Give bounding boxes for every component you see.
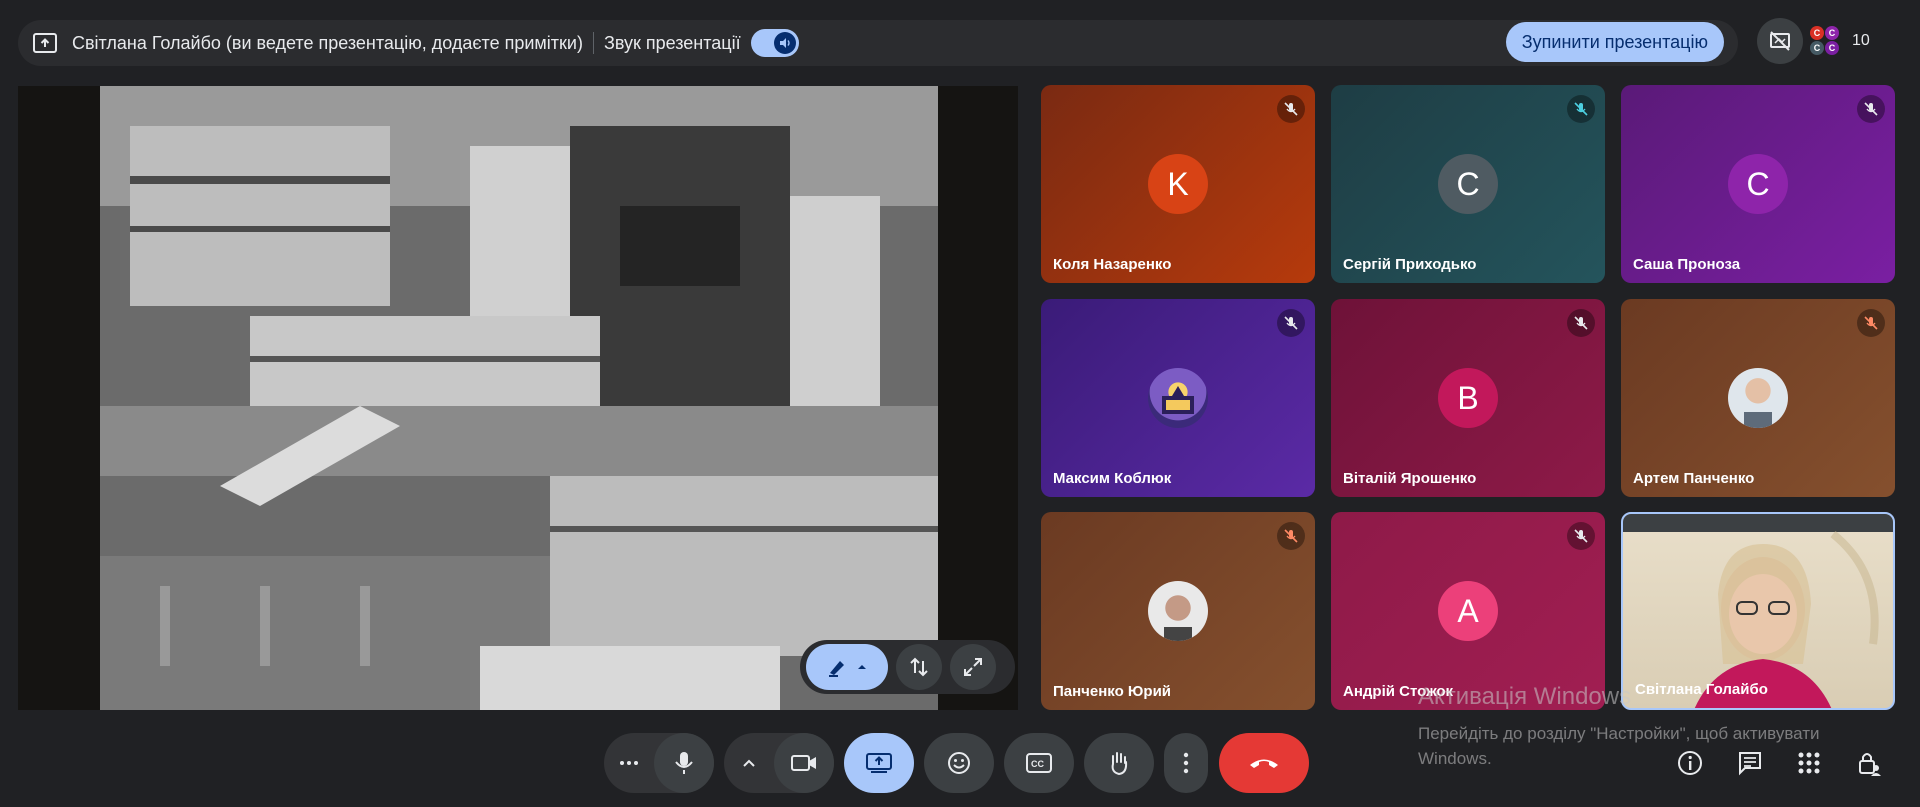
presentation-audio-label: Звук презентації xyxy=(603,32,741,53)
avatar xyxy=(1148,368,1208,428)
closed-captions-icon: CC xyxy=(1026,753,1052,773)
participant-tile[interactable]: C Саша Проноза xyxy=(1621,85,1895,283)
present-screen-icon xyxy=(866,753,892,773)
swap-view-button[interactable] xyxy=(896,644,942,690)
avatar xyxy=(1148,581,1208,641)
meet-window: Світлана Голайбо (ви ведете презентацію,… xyxy=(0,0,1920,807)
present-screen-icon xyxy=(32,32,58,54)
expand-icon xyxy=(964,658,982,676)
watermark-line-1: Перейдіть до розділу "Настройки", щоб ак… xyxy=(1418,724,1820,743)
mic-muted-icon xyxy=(1277,95,1305,123)
mic-muted-icon xyxy=(1567,309,1595,337)
mic-muted-icon xyxy=(1857,309,1885,337)
dots-horizontal-icon xyxy=(620,761,638,765)
chevron-up-icon xyxy=(743,759,755,767)
self-video-tile[interactable]: Світлана Голайбо xyxy=(1621,512,1895,710)
dots-vertical-icon xyxy=(1183,752,1189,774)
mic-icon xyxy=(675,752,693,774)
participant-name: Сергій Приходько xyxy=(1343,256,1477,273)
hide-self-view-button[interactable] xyxy=(1757,18,1803,64)
avatar xyxy=(1728,368,1788,428)
participant-name: Віталій Ярошенко xyxy=(1343,470,1477,487)
mic-muted-icon xyxy=(1857,95,1885,123)
avatar: С xyxy=(1810,41,1824,55)
participant-tile[interactable]: A Андрій Стожок xyxy=(1331,512,1605,710)
participant-avatars: С С С С xyxy=(1808,24,1842,58)
annotate-button[interactable] xyxy=(806,644,888,690)
present-now-button[interactable] xyxy=(844,733,914,793)
participant-count: 10 xyxy=(1852,32,1870,49)
presentation-view xyxy=(18,86,1018,710)
camera-button[interactable] xyxy=(774,733,834,793)
reactor-image xyxy=(100,86,938,710)
windows-activation-watermark: Активація Windows Перейдіть до розділу "… xyxy=(1418,683,1820,771)
avatar: B xyxy=(1438,368,1498,428)
lock-person-icon xyxy=(1859,753,1881,776)
participant-name: Артем Панченко xyxy=(1633,470,1755,487)
presenter-title: Світлана Голайбо (ви ведете презентацію,… xyxy=(72,32,583,53)
fullscreen-button[interactable] xyxy=(950,644,996,690)
avatar: K xyxy=(1148,154,1208,214)
presentation-audio-toggle[interactable] xyxy=(750,29,799,57)
watermark-title: Активація Windows xyxy=(1418,683,1632,710)
captions-button[interactable]: CC xyxy=(1004,733,1074,793)
watermark-line-2: Windows. xyxy=(1418,749,1492,768)
avatar: С xyxy=(1825,41,1839,55)
shared-video-frame xyxy=(100,86,938,710)
participant-tile[interactable]: C Сергій Приходько xyxy=(1331,85,1605,283)
participant-name: Коля Назаренко xyxy=(1053,256,1172,273)
stop-presenting-button[interactable]: Зупинити презентацію xyxy=(1505,22,1724,62)
reactions-button[interactable] xyxy=(924,733,994,793)
avatar: C xyxy=(1728,154,1788,214)
participant-name: Максим Коблюк xyxy=(1053,470,1172,487)
avatar: C xyxy=(1438,154,1498,214)
screen-off-icon xyxy=(1770,31,1790,51)
more-mic-group xyxy=(604,733,714,793)
presenting-bar: Світлана Голайбо (ви ведете презентацію,… xyxy=(18,20,1738,66)
raise-hand-button[interactable] xyxy=(1084,733,1154,793)
avatar: A xyxy=(1438,581,1498,641)
camera-options-button[interactable] xyxy=(724,733,774,793)
participant-tile[interactable]: B Віталій Ярошенко xyxy=(1331,299,1605,497)
mic-muted-icon xyxy=(1277,309,1305,337)
volume-icon xyxy=(773,32,796,54)
mic-muted-icon xyxy=(1567,522,1595,550)
leave-call-button[interactable] xyxy=(1219,733,1309,793)
more-options-button[interactable] xyxy=(1164,733,1208,793)
avatar: С xyxy=(1810,26,1824,40)
divider xyxy=(592,32,594,54)
more-audio-options-button[interactable] xyxy=(604,733,654,793)
end-call-icon xyxy=(1250,759,1278,768)
participant-tile[interactable]: Панченко Юрий xyxy=(1041,512,1315,710)
camera-group xyxy=(724,733,834,793)
svg-text:CC: CC xyxy=(1031,759,1044,769)
pen-icon xyxy=(829,661,844,677)
participant-tile[interactable]: K Коля Назаренко xyxy=(1041,85,1315,283)
avatar: С xyxy=(1825,26,1839,40)
camera-icon xyxy=(791,755,816,771)
mic-muted-icon xyxy=(1277,522,1305,550)
participant-name: Панченко Юрий xyxy=(1053,683,1172,700)
microphone-button[interactable] xyxy=(654,733,714,793)
swap-vertical-icon xyxy=(910,657,928,677)
hand-icon xyxy=(1111,752,1128,776)
participants-summary[interactable]: С С С С 10 xyxy=(1808,18,1870,64)
caret-up-icon xyxy=(858,665,866,669)
mic-muted-icon xyxy=(1567,95,1595,123)
participant-name: Саша Проноза xyxy=(1633,256,1741,273)
participant-tile[interactable]: Максим Коблюк xyxy=(1041,299,1315,497)
host-controls-button[interactable] xyxy=(1851,745,1887,781)
participant-tile[interactable]: Артем Панченко xyxy=(1621,299,1895,497)
emoji-icon xyxy=(948,752,970,774)
presentation-controls xyxy=(800,640,1015,694)
